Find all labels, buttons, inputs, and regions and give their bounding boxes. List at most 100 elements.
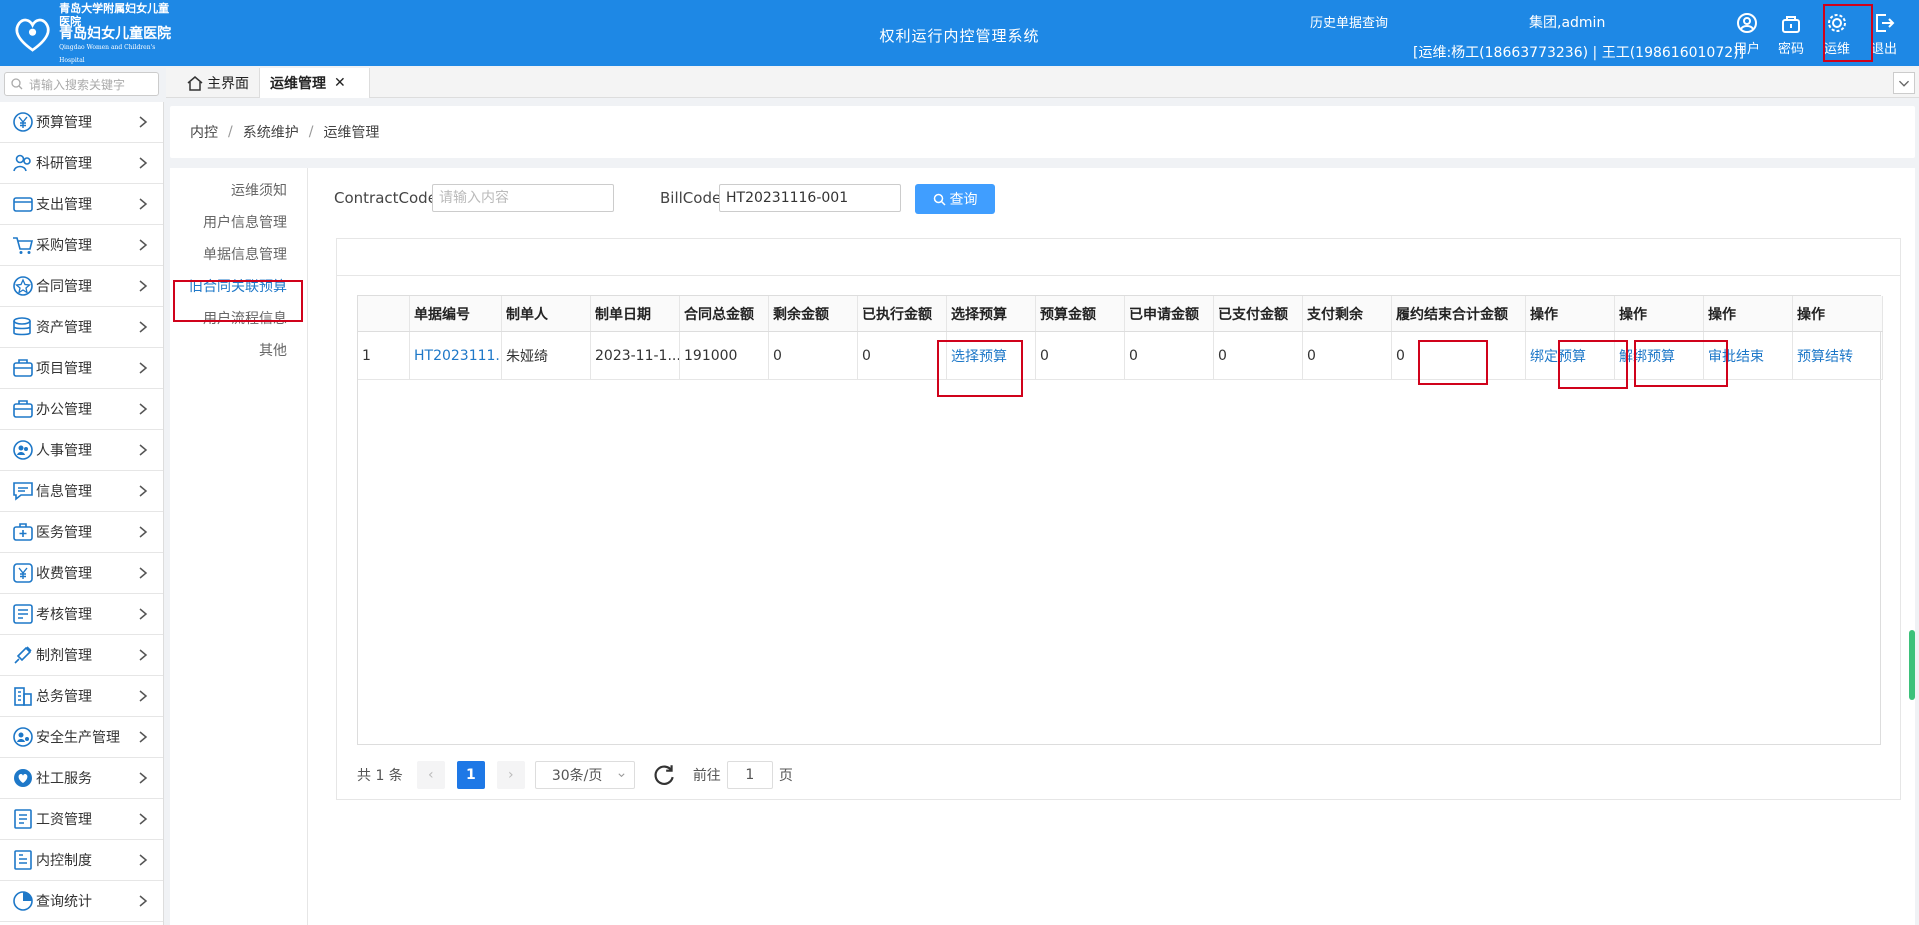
sidebar-item[interactable]: 信息管理 xyxy=(0,471,163,512)
sidebar-item-label: 查询统计 xyxy=(36,894,92,910)
page-size-select[interactable]: 30条/页 xyxy=(534,761,635,789)
menu-search-input[interactable]: 请输入搜索关键字 xyxy=(4,72,159,96)
column-header: 剩余金额 xyxy=(769,296,858,331)
tab-home-label: 主界面 xyxy=(207,76,249,92)
sidebar-item[interactable]: 合同管理 xyxy=(0,266,163,307)
sidebar-item[interactable]: 采购管理 xyxy=(0,225,163,266)
column-header: 已申请金额 xyxy=(1125,296,1214,331)
column-header: 操作 xyxy=(1615,296,1704,331)
chevron-right-icon xyxy=(139,403,148,415)
home-icon xyxy=(187,76,203,91)
table-cell: 0 xyxy=(1125,332,1214,379)
tab-home[interactable]: 主界面 xyxy=(176,68,260,98)
column-header: 已执行金额 xyxy=(858,296,947,331)
search-icon xyxy=(11,78,23,90)
table-cell-link[interactable]: 绑定预算 xyxy=(1526,332,1615,379)
table-cell-link[interactable]: 审批结束 xyxy=(1704,332,1793,379)
ops-button[interactable]: 运维 xyxy=(1816,12,1858,57)
sidebar-item-label: 工资管理 xyxy=(36,812,92,828)
heart-icon xyxy=(14,769,32,787)
next-page-button[interactable]: › xyxy=(496,761,525,789)
page-number-current[interactable]: 1 xyxy=(456,761,485,789)
contract-code-label: ContractCode xyxy=(334,189,437,207)
history-query-link[interactable]: 历史单据查询 xyxy=(1310,12,1388,31)
subnav-item-other[interactable]: 其他 xyxy=(259,340,287,360)
sidebar-item-label: 资产管理 xyxy=(36,320,92,336)
sidebar-item-label: 科研管理 xyxy=(36,156,92,172)
sidebar-item[interactable]: 人事管理 xyxy=(0,430,163,471)
column-header: 制单人 xyxy=(502,296,591,331)
sidebar-item-label: 社工服务 xyxy=(36,771,92,787)
sidebar-item[interactable]: 支出管理 xyxy=(0,184,163,225)
tab-ops-management[interactable]: 运维管理 ✕ xyxy=(260,68,370,98)
sidebar-item[interactable]: 科研管理 xyxy=(0,143,163,184)
table-cell: 0 xyxy=(1214,332,1303,379)
password-button[interactable]: 密码 xyxy=(1770,12,1812,57)
database-icon xyxy=(13,317,31,336)
subnav-item-old-contract-budget[interactable]: 旧合同关联预算 xyxy=(189,276,287,296)
subnav-item-user-flow[interactable]: 用户流程信息 xyxy=(203,308,287,328)
bill-code-input[interactable]: HT20231116-001 xyxy=(719,184,901,212)
sidebar-item[interactable]: 考核管理 xyxy=(0,594,163,635)
sidebar-item-label: 信息管理 xyxy=(36,484,92,500)
table-cell: 1 xyxy=(358,332,410,379)
card-icon xyxy=(13,197,33,212)
sidebar-item[interactable]: 项目管理 xyxy=(0,348,163,389)
sidebar-item[interactable]: 总务管理 xyxy=(0,676,163,717)
table-cell: 0 xyxy=(1303,332,1392,379)
chevron-right-icon xyxy=(139,895,148,907)
message-icon xyxy=(13,482,33,501)
sidebar-item[interactable]: 预算管理 xyxy=(0,102,163,143)
table-cell-link[interactable]: HT2023111... xyxy=(410,332,502,379)
sidebar-item[interactable]: 社工服务 xyxy=(0,758,163,799)
sidebar-item[interactable]: 内控制度 xyxy=(0,840,163,881)
goto-page-input[interactable]: 1 xyxy=(726,761,773,789)
sidebar-item[interactable]: 医务管理 xyxy=(0,512,163,553)
ops-contacts: [运维:杨工(18663773236) | 王工(19861601072)] xyxy=(1413,45,1745,61)
contract-code-input[interactable]: 请输入内容 xyxy=(432,184,614,212)
chevron-right-icon xyxy=(139,280,148,292)
sidebar-item[interactable]: 办公管理 xyxy=(0,389,163,430)
sidebar-item-label: 办公管理 xyxy=(36,402,92,418)
subnav-item-bill-info[interactable]: 单据信息管理 xyxy=(203,244,287,264)
table-cell: 0 xyxy=(1392,332,1526,379)
password-button-label: 密码 xyxy=(1777,42,1804,57)
pie-chart-icon xyxy=(13,891,33,911)
tab-menu-dropdown[interactable] xyxy=(1893,72,1915,94)
subnav-item-notice[interactable]: 运维须知 xyxy=(231,180,287,200)
column-header: 支付剩余 xyxy=(1303,296,1392,331)
sidebar-item[interactable]: 查询统计 xyxy=(0,881,163,922)
table-cell: 2023-11-1... xyxy=(591,332,680,379)
prev-page-button[interactable]: ‹ xyxy=(416,761,445,789)
breadcrumb-item[interactable]: 系统维护 xyxy=(243,122,299,142)
table-row: 1 HT2023111... 朱娅绮 2023-11-1... 191000 0 0 选择预算… xyxy=(358,332,1883,380)
query-button[interactable]: 查询 xyxy=(915,184,995,214)
document-icon xyxy=(14,809,32,829)
sidebar-item[interactable]: 资产管理 xyxy=(0,307,163,348)
breadcrumb-item[interactable]: 内控 xyxy=(190,122,218,142)
tab-close-icon[interactable]: ✕ xyxy=(334,75,346,91)
chevron-right-icon xyxy=(139,649,148,661)
table-cell-link[interactable]: 解绑预算 xyxy=(1615,332,1704,379)
table-header: 单据编号 制单人 制单日期 合同总金额 剩余金额 已执行金额 选择预算 预算金额 已申请金额 已支… xyxy=(358,296,1883,332)
chevron-right-icon xyxy=(139,608,148,620)
exit-button[interactable]: 退出 xyxy=(1863,12,1905,57)
menu-search-placeholder: 请输入搜索关键字 xyxy=(29,77,126,92)
refresh-icon[interactable] xyxy=(651,762,677,788)
ops-subnav: 运维须知 用户信息管理 单据信息管理 旧合同关联预算 用户流程信息 其他 xyxy=(170,168,308,925)
sidebar-item[interactable]: 安全生产管理 xyxy=(0,717,163,758)
sidebar-item-label: 制剂管理 xyxy=(36,648,92,664)
yen-circle-icon xyxy=(13,112,33,132)
sidebar-item[interactable]: 收费管理 xyxy=(0,553,163,594)
column-header: 单据编号 xyxy=(410,296,502,331)
sidebar-item[interactable]: 制剂管理 xyxy=(0,635,163,676)
table-cell-link[interactable]: 预算结转 xyxy=(1793,332,1883,379)
ops-button-label: 运维 xyxy=(1823,42,1850,57)
user-button[interactable]: 用户 xyxy=(1726,12,1768,57)
table-cell-link[interactable]: 选择预算 xyxy=(947,332,1036,379)
subnav-item-user-info[interactable]: 用户信息管理 xyxy=(203,212,287,232)
page-scrollbar[interactable] xyxy=(1909,630,1915,700)
sidebar-item[interactable]: 工资管理 xyxy=(0,799,163,840)
table-cell: 191000 xyxy=(680,332,769,379)
top-header: 青岛大学附属妇女儿童医院 青岛妇女儿童医院 Qingdao Women and … xyxy=(0,0,1919,66)
